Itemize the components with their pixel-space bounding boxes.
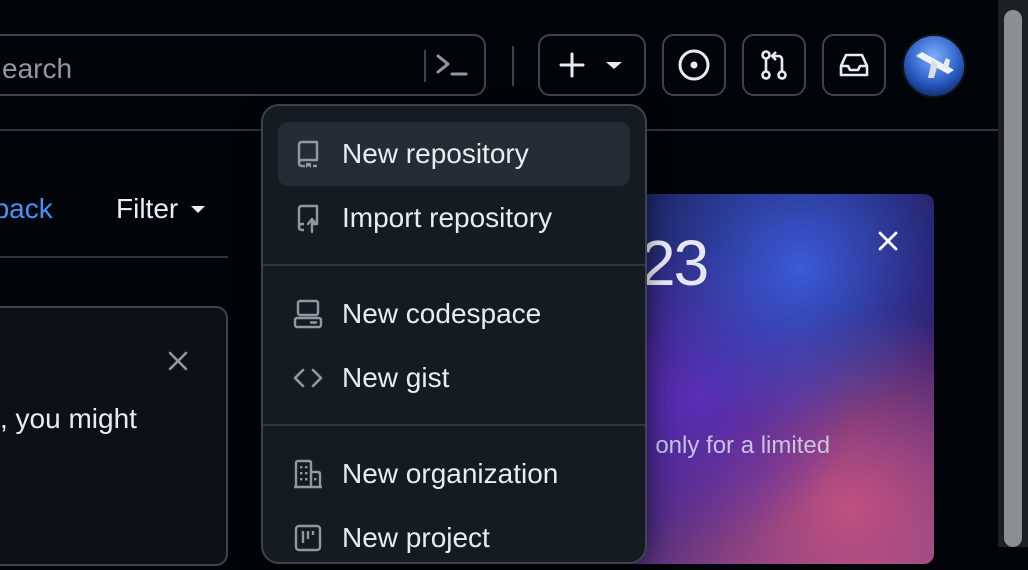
menu-item-label: New organization bbox=[342, 458, 559, 489]
menu-item-new-organization[interactable]: New organization bbox=[278, 442, 630, 506]
promo-year: 23 bbox=[640, 227, 709, 299]
menu-item-label: New codespace bbox=[342, 298, 542, 329]
scrollbar[interactable] bbox=[998, 0, 1028, 547]
triangle-down-icon bbox=[191, 206, 206, 213]
card-text: , you might bbox=[0, 403, 137, 434]
plus-icon bbox=[559, 52, 585, 78]
inbox-icon bbox=[839, 53, 869, 77]
pull-requests-button[interactable] bbox=[742, 34, 806, 96]
repo-push-icon bbox=[297, 204, 319, 234]
create-new-button[interactable] bbox=[538, 34, 646, 96]
menu-item-import-repository[interactable]: Import repository bbox=[278, 186, 630, 250]
filter-label: Filter bbox=[116, 193, 179, 224]
issue-opened-icon bbox=[678, 49, 710, 81]
menu-item-label: New project bbox=[342, 522, 490, 553]
menu-item-new-repository[interactable]: New repository bbox=[278, 122, 630, 186]
header-divider bbox=[512, 46, 514, 86]
filter-button[interactable]: Filter bbox=[116, 193, 208, 225]
menu-item-new-project[interactable]: New project bbox=[278, 506, 630, 570]
inbox-button[interactable] bbox=[822, 34, 886, 96]
project-icon bbox=[294, 524, 322, 552]
menu-item-label: Import repository bbox=[342, 202, 553, 233]
feed-divider bbox=[0, 256, 228, 258]
search-input[interactable]: earch bbox=[0, 34, 486, 96]
feed-card bbox=[0, 306, 228, 566]
code-icon bbox=[293, 368, 323, 388]
avatar-image bbox=[902, 34, 966, 98]
menu-item-label: New repository bbox=[342, 138, 529, 169]
search-placeholder: earch bbox=[2, 53, 73, 84]
organization-icon bbox=[294, 459, 322, 489]
git-pull-request-icon bbox=[761, 50, 787, 80]
menu-item-new-codespace[interactable]: New codespace bbox=[278, 282, 630, 346]
repo-icon bbox=[297, 140, 319, 168]
close-icon[interactable] bbox=[876, 229, 900, 253]
close-icon[interactable] bbox=[166, 349, 190, 373]
promo-text: , only for a limited bbox=[642, 432, 831, 459]
user-avatar[interactable] bbox=[902, 34, 966, 98]
triangle-down-icon bbox=[606, 62, 622, 69]
feedback-link[interactable]: dback bbox=[0, 193, 53, 225]
issues-button[interactable] bbox=[662, 34, 726, 96]
menu-item-label: New gist bbox=[342, 362, 450, 393]
scrollbar-thumb[interactable] bbox=[1004, 10, 1022, 547]
search-divider bbox=[424, 50, 426, 82]
command-palette-icon[interactable] bbox=[432, 50, 472, 82]
menu-divider bbox=[263, 264, 645, 266]
menu-divider bbox=[263, 424, 645, 426]
menu-item-new-gist[interactable]: New gist bbox=[278, 346, 630, 410]
codespaces-icon bbox=[293, 299, 323, 329]
